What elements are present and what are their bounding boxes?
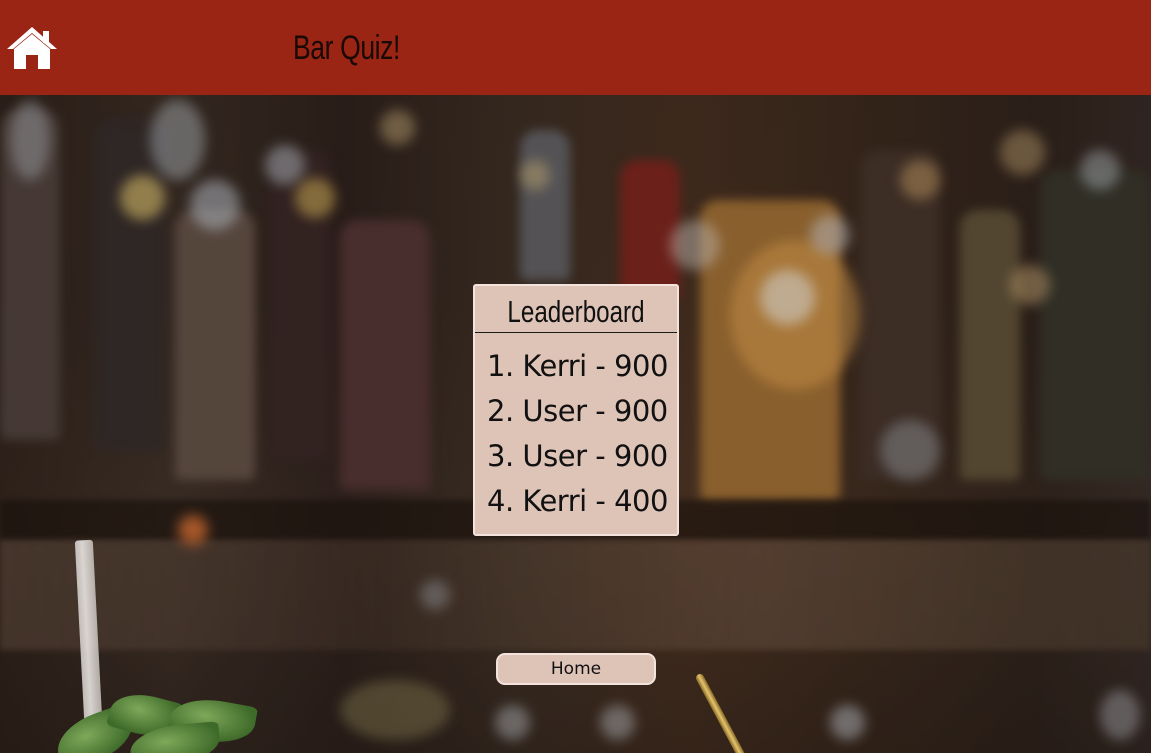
header-bar: Bar Quiz!	[0, 0, 1151, 95]
leaderboard-entry: 4. Kerri - 400	[487, 484, 668, 518]
leaderboard-title: Leaderboard	[507, 294, 645, 329]
leaderboard-entry: 3. User - 900	[487, 439, 668, 473]
home-icon[interactable]	[5, 25, 59, 71]
leaderboard-divider	[475, 332, 677, 333]
leaderboard-entry: 1. Kerri - 900	[487, 349, 668, 383]
page: Bar Quiz! Leaderboard 1. Kerri - 900 2. …	[0, 0, 1151, 753]
app-title: Bar Quiz!	[293, 29, 401, 67]
home-button[interactable]: Home	[496, 653, 656, 685]
leaderboard-list: 1. Kerri - 900 2. User - 900 3. User - 9…	[487, 344, 668, 524]
leaderboard-entry: 2. User - 900	[487, 394, 668, 428]
leaderboard-panel: Leaderboard 1. Kerri - 900 2. User - 900…	[473, 284, 679, 536]
